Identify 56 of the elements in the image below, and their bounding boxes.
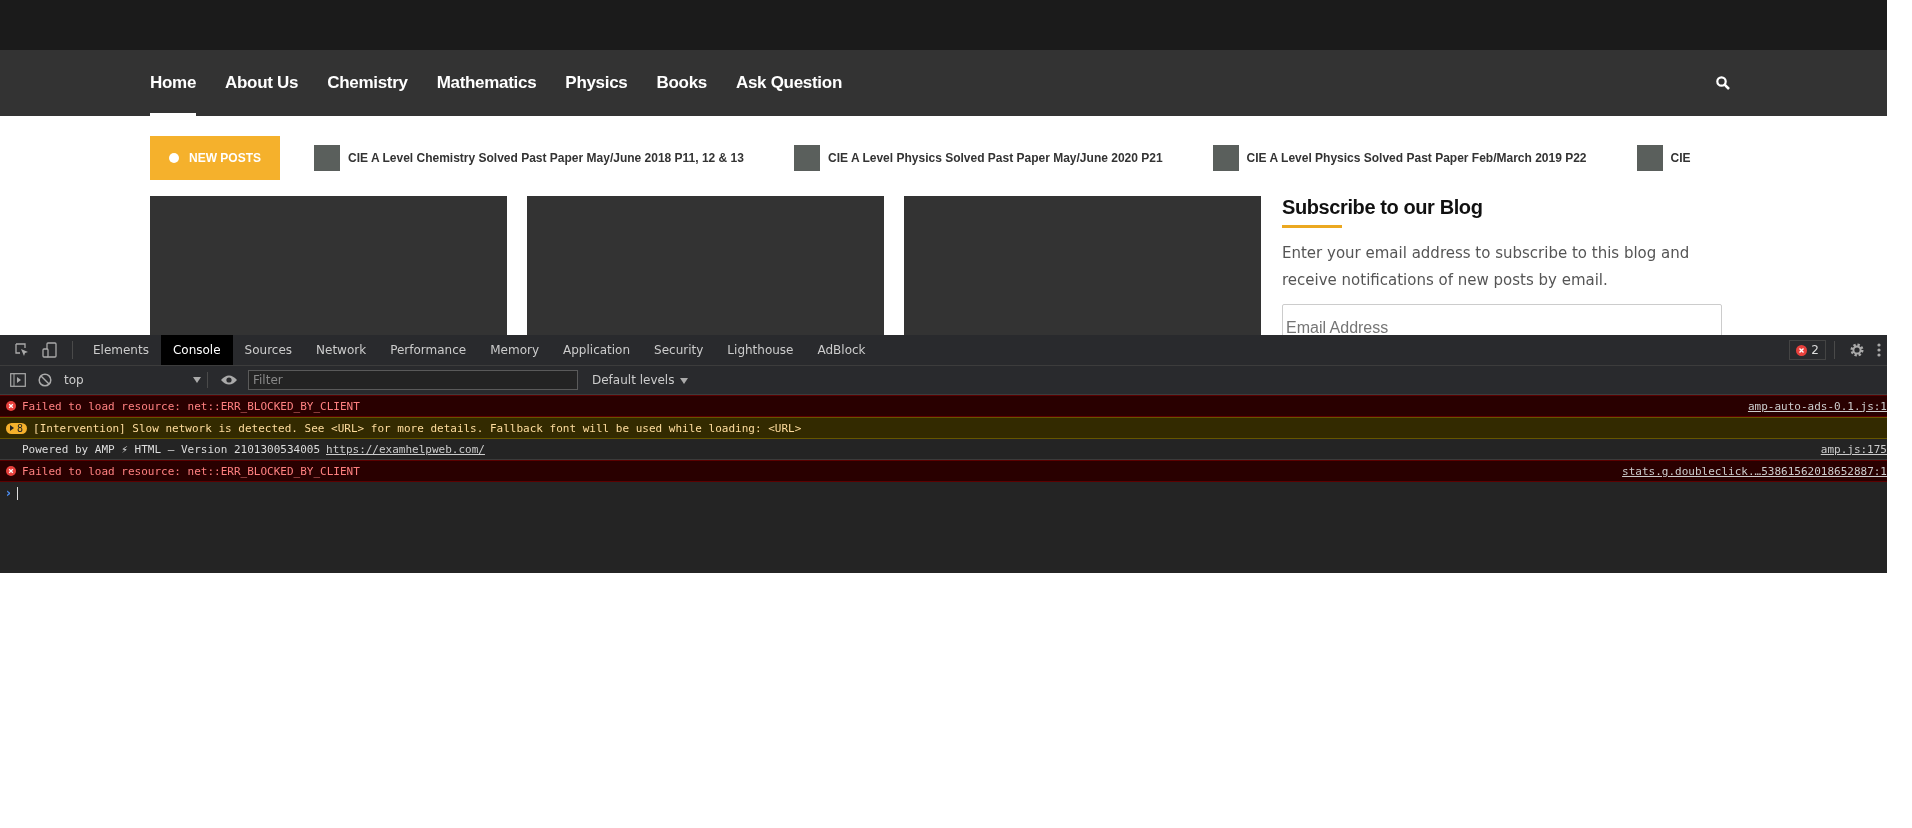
error-icon: [6, 401, 16, 411]
title-underline: [1282, 225, 1342, 228]
error-count-badge[interactable]: 2: [1789, 340, 1826, 360]
nav-link[interactable]: Mathematics: [436, 50, 537, 116]
devtools-tab[interactable]: Network: [304, 335, 379, 365]
nav-link[interactable]: Physics: [565, 50, 628, 116]
post-link[interactable]: CIE A Level Physics Solved Past Paper May/June 2020 P21: [828, 151, 1163, 165]
text-cursor: [16, 486, 18, 500]
more-icon[interactable]: [1877, 343, 1881, 357]
source-link[interactable]: stats.g.doubleclick.…53861562018652887:1: [1622, 464, 1887, 478]
eye-icon[interactable]: [220, 374, 238, 386]
error-icon: [6, 466, 16, 476]
devtools-tab[interactable]: Sources: [232, 335, 305, 365]
nav-link[interactable]: About Us: [225, 50, 299, 116]
photo-placeholder: [794, 145, 820, 171]
new-posts-badge: NEW POSTS: [150, 136, 280, 180]
subscribe-text: Enter your email address to subscribe to this blog and receive notifications of new posts by email.: [1282, 243, 1691, 291]
nav-link[interactable]: Ask Question: [736, 50, 842, 116]
context-select[interactable]: top: [58, 372, 208, 388]
devtools-tab[interactable]: Lighthouse: [715, 335, 806, 365]
levels-dropdown[interactable]: Default levels: [586, 372, 695, 388]
source-link[interactable]: amp.js:175: [1820, 442, 1887, 456]
clear-icon[interactable]: [38, 373, 52, 387]
post-link[interactable]: CIE: [1670, 151, 1691, 165]
inspect-icon[interactable]: [14, 342, 30, 358]
photo-placeholder: [1212, 145, 1239, 171]
post-link[interactable]: CIE A Level Chemistry Solved Past Paper May/June 2018 P11, 12 & 13: [348, 151, 744, 165]
prompt-chevron: ›: [6, 486, 11, 500]
caret-icon: [193, 377, 201, 383]
nav-link[interactable]: Books: [656, 50, 707, 116]
devtools-tab[interactable]: Memory: [478, 335, 551, 365]
repeat-count-badge: 8: [6, 422, 28, 434]
photo-placeholder: [1636, 145, 1663, 171]
filter-field[interactable]: Filter: [248, 370, 578, 390]
settings-icon[interactable]: [1849, 342, 1865, 358]
email-field[interactable]: Email Address: [1282, 304, 1722, 335]
search-icon[interactable]: [1716, 76, 1730, 90]
console-message: Failed to load resource: net::ERR_BLOCKED_BY_CLIENT: [22, 464, 360, 478]
sidebar-toggle-icon[interactable]: [10, 373, 26, 387]
console-message: Failed to load resource: net::ERR_BLOCKED_BY_CLIENT: [22, 399, 360, 413]
post-link[interactable]: CIE A Level Physics Solved Past Paper Feb/March 2019 P22: [1246, 151, 1587, 165]
source-link[interactable]: amp-auto-ads-0.1.js:1: [1747, 399, 1887, 413]
console-message: [Intervention] Slow network is detected. See <URL> for more details. Fallback font will be used while loading: <URL>: [33, 421, 802, 435]
sidebar-title: Subscribe to our Blog: [1282, 196, 1484, 219]
device-icon[interactable]: [42, 342, 58, 358]
nav-link[interactable]: Chemistry: [327, 50, 408, 116]
devtools-tab[interactable]: Performance: [378, 335, 479, 365]
url-link[interactable]: https://examhelpweb.com/: [326, 442, 485, 456]
devtools-tab[interactable]: AdBlock: [805, 335, 878, 365]
devtools-tab[interactable]: Console: [160, 335, 233, 365]
console-message: Powered by AMP ⚡ HTML – Version 2101300534005: [22, 442, 320, 456]
photo-placeholder: [314, 145, 340, 171]
devtools-tab[interactable]: Elements: [81, 335, 161, 365]
nav-link[interactable]: Home: [150, 50, 197, 116]
devtools-tab[interactable]: Security: [642, 335, 716, 365]
devtools-tab[interactable]: Application: [551, 335, 643, 365]
